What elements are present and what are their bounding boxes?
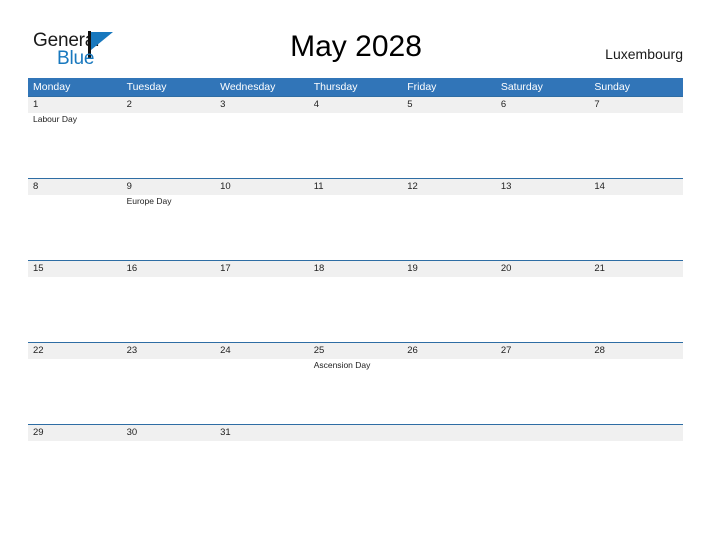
day-cell-empty bbox=[496, 425, 590, 447]
day-number: 10 bbox=[220, 181, 231, 192]
day-cell[interactable]: 27 bbox=[496, 343, 590, 424]
day-cell[interactable]: 26 bbox=[402, 343, 496, 424]
day-number: 27 bbox=[500, 345, 512, 356]
day-cell-empty bbox=[309, 425, 403, 447]
calendar-grid: Monday Tuesday Wednesday Thursday Friday… bbox=[28, 78, 683, 447]
day-number: 12 bbox=[407, 181, 418, 192]
day-number: 26 bbox=[407, 345, 418, 356]
day-cell[interactable]: 22 bbox=[28, 343, 122, 424]
day-number: 16 bbox=[126, 263, 138, 274]
day-cell[interactable]: 28 bbox=[589, 343, 683, 424]
day-cell[interactable]: 4 bbox=[309, 97, 403, 178]
weekday-header-sunday: Sunday bbox=[594, 81, 630, 93]
day-cell[interactable]: 17 bbox=[215, 261, 309, 342]
day-number: 21 bbox=[594, 263, 605, 274]
day-number: 29 bbox=[33, 427, 44, 438]
day-number: 30 bbox=[126, 427, 138, 438]
day-cell[interactable]: 7 bbox=[589, 97, 683, 178]
location-label: Luxembourg bbox=[605, 46, 683, 62]
page-header: General Blue May 2028 Luxembourg bbox=[0, 0, 712, 78]
weekday-header-tuesday: Tuesday bbox=[126, 81, 167, 93]
day-number: 19 bbox=[407, 263, 418, 274]
day-cell[interactable]: 15 bbox=[28, 261, 122, 342]
day-number: 9 bbox=[126, 181, 132, 192]
day-number: 20 bbox=[500, 263, 512, 274]
day-number: 6 bbox=[500, 99, 507, 110]
day-cell[interactable]: 25 Ascension Day bbox=[309, 343, 403, 424]
day-number: 5 bbox=[407, 99, 413, 110]
day-cell[interactable]: 1 Labour Day bbox=[28, 97, 122, 178]
day-number: 11 bbox=[313, 181, 324, 192]
day-number: 8 bbox=[33, 181, 39, 192]
weekday-header-row: Monday Tuesday Wednesday Thursday Friday… bbox=[28, 78, 683, 96]
weekday-header-thursday: Thursday bbox=[313, 81, 358, 93]
calendar-week-row: 8 9 Europe Day 10 11 12 13 14 bbox=[28, 178, 683, 260]
day-number: 7 bbox=[594, 99, 600, 110]
calendar-week-row: 15 16 17 18 19 20 21 bbox=[28, 260, 683, 342]
day-cell[interactable]: 2 bbox=[122, 97, 216, 178]
day-number: 14 bbox=[594, 181, 605, 192]
day-cell[interactable]: 24 bbox=[215, 343, 309, 424]
weekday-header-wednesday: Wednesday bbox=[220, 81, 276, 93]
day-cell[interactable]: 5 bbox=[402, 97, 496, 178]
day-number: 15 bbox=[33, 263, 44, 274]
day-cell[interactable]: 29 bbox=[28, 425, 122, 447]
weekday-header-monday: Monday bbox=[33, 81, 71, 93]
weekday-header-saturday: Saturday bbox=[500, 81, 543, 93]
calendar-page: General Blue May 2028 Luxembourg Monday … bbox=[0, 0, 712, 550]
day-cell[interactable]: 20 bbox=[496, 261, 590, 342]
day-cell[interactable]: 19 bbox=[402, 261, 496, 342]
day-event: Labour Day bbox=[33, 114, 77, 124]
day-cell[interactable]: 11 bbox=[309, 179, 403, 260]
day-number: 28 bbox=[594, 345, 605, 356]
day-number: 1 bbox=[33, 99, 39, 110]
day-number: 3 bbox=[220, 99, 226, 110]
day-cell[interactable]: 21 bbox=[589, 261, 683, 342]
day-number: 4 bbox=[313, 99, 319, 110]
day-cell[interactable]: 9 Europe Day bbox=[122, 179, 216, 260]
day-cell[interactable]: 16 bbox=[122, 261, 216, 342]
day-cell[interactable]: 30 bbox=[122, 425, 216, 447]
day-cell-empty bbox=[589, 425, 683, 447]
day-cell[interactable]: 18 bbox=[309, 261, 403, 342]
day-number: 17 bbox=[220, 263, 231, 274]
day-cell[interactable]: 31 bbox=[215, 425, 309, 447]
day-cell[interactable]: 23 bbox=[122, 343, 216, 424]
calendar-week-row: 22 23 24 25 Ascension Day 26 27 28 bbox=[28, 342, 683, 424]
day-cell[interactable]: 13 bbox=[496, 179, 590, 260]
day-number: 13 bbox=[500, 181, 512, 192]
day-number: 25 bbox=[313, 345, 325, 356]
day-event: Europe Day bbox=[126, 196, 172, 206]
day-number: 23 bbox=[126, 345, 138, 356]
calendar-week-row: 29 30 31 bbox=[28, 424, 683, 447]
day-cell[interactable]: 14 bbox=[589, 179, 683, 260]
weekday-header-friday: Friday bbox=[407, 81, 437, 93]
day-number: 22 bbox=[33, 345, 44, 356]
day-number: 31 bbox=[220, 427, 231, 438]
day-number: 18 bbox=[313, 263, 325, 274]
day-cell[interactable]: 3 bbox=[215, 97, 309, 178]
day-cell[interactable]: 6 bbox=[496, 97, 590, 178]
day-cell[interactable]: 10 bbox=[215, 179, 309, 260]
day-number: 24 bbox=[220, 345, 231, 356]
calendar-week-row: 1 Labour Day 2 3 4 5 6 7 bbox=[28, 96, 683, 178]
day-event: Ascension Day bbox=[313, 360, 371, 370]
day-number: 2 bbox=[126, 99, 132, 110]
day-cell[interactable]: 8 bbox=[28, 179, 122, 260]
day-cell-empty bbox=[402, 425, 496, 447]
day-cell[interactable]: 12 bbox=[402, 179, 496, 260]
